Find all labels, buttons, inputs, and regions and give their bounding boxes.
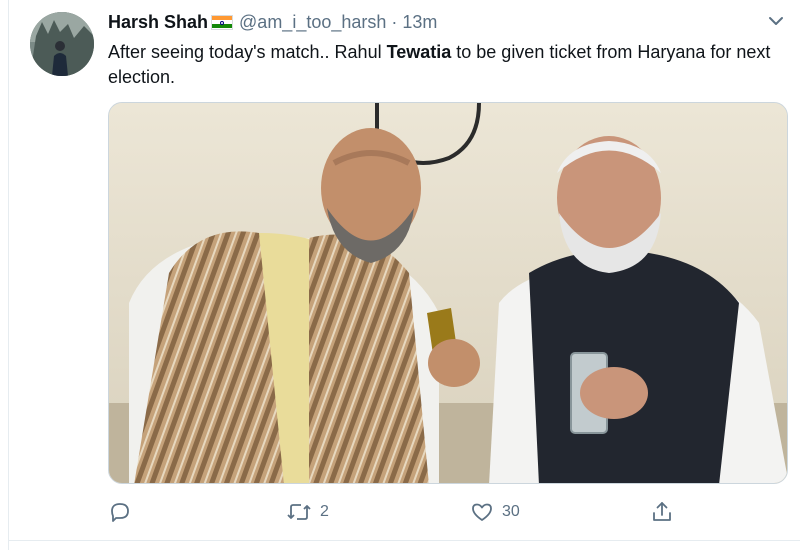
chevron-down-icon[interactable] <box>765 10 787 32</box>
tweet-actions: 2 30 <box>108 497 788 527</box>
reply-button[interactable] <box>108 497 140 527</box>
reply-icon <box>111 503 129 522</box>
separator-dot: · <box>391 11 398 32</box>
heart-icon <box>472 503 492 521</box>
photo-illustration <box>109 103 787 483</box>
retweet-icon <box>287 504 311 520</box>
author-handle[interactable]: @am_i_too_harsh <box>239 12 386 33</box>
avatar[interactable] <box>30 12 94 76</box>
timestamp[interactable]: 13m <box>402 12 437 33</box>
tweet-text-bold: Tewatia <box>386 42 452 62</box>
share-button[interactable] <box>650 497 682 527</box>
share-icon <box>653 502 671 521</box>
like-button[interactable]: 30 <box>470 497 520 527</box>
tweet-photo[interactable] <box>108 102 788 484</box>
tweet-text-start: After seeing today's match.. Rahul <box>108 42 387 62</box>
tweet-divider <box>8 540 800 541</box>
timeline-divider <box>8 0 9 550</box>
author-name[interactable]: Harsh Shah <box>108 12 208 33</box>
like-count: 30 <box>502 503 520 520</box>
tweet[interactable]: Harsh Shah @am_i_too_harsh · 13m After s… <box>0 0 800 550</box>
india-flag-icon <box>211 14 234 30</box>
tweet-text: After seeing today's match.. Rahul Tewat… <box>108 40 778 90</box>
retweet-button[interactable]: 2 <box>286 497 329 527</box>
retweet-count: 2 <box>320 503 329 520</box>
tweet-header: Harsh Shah @am_i_too_harsh · 13m <box>108 10 437 34</box>
